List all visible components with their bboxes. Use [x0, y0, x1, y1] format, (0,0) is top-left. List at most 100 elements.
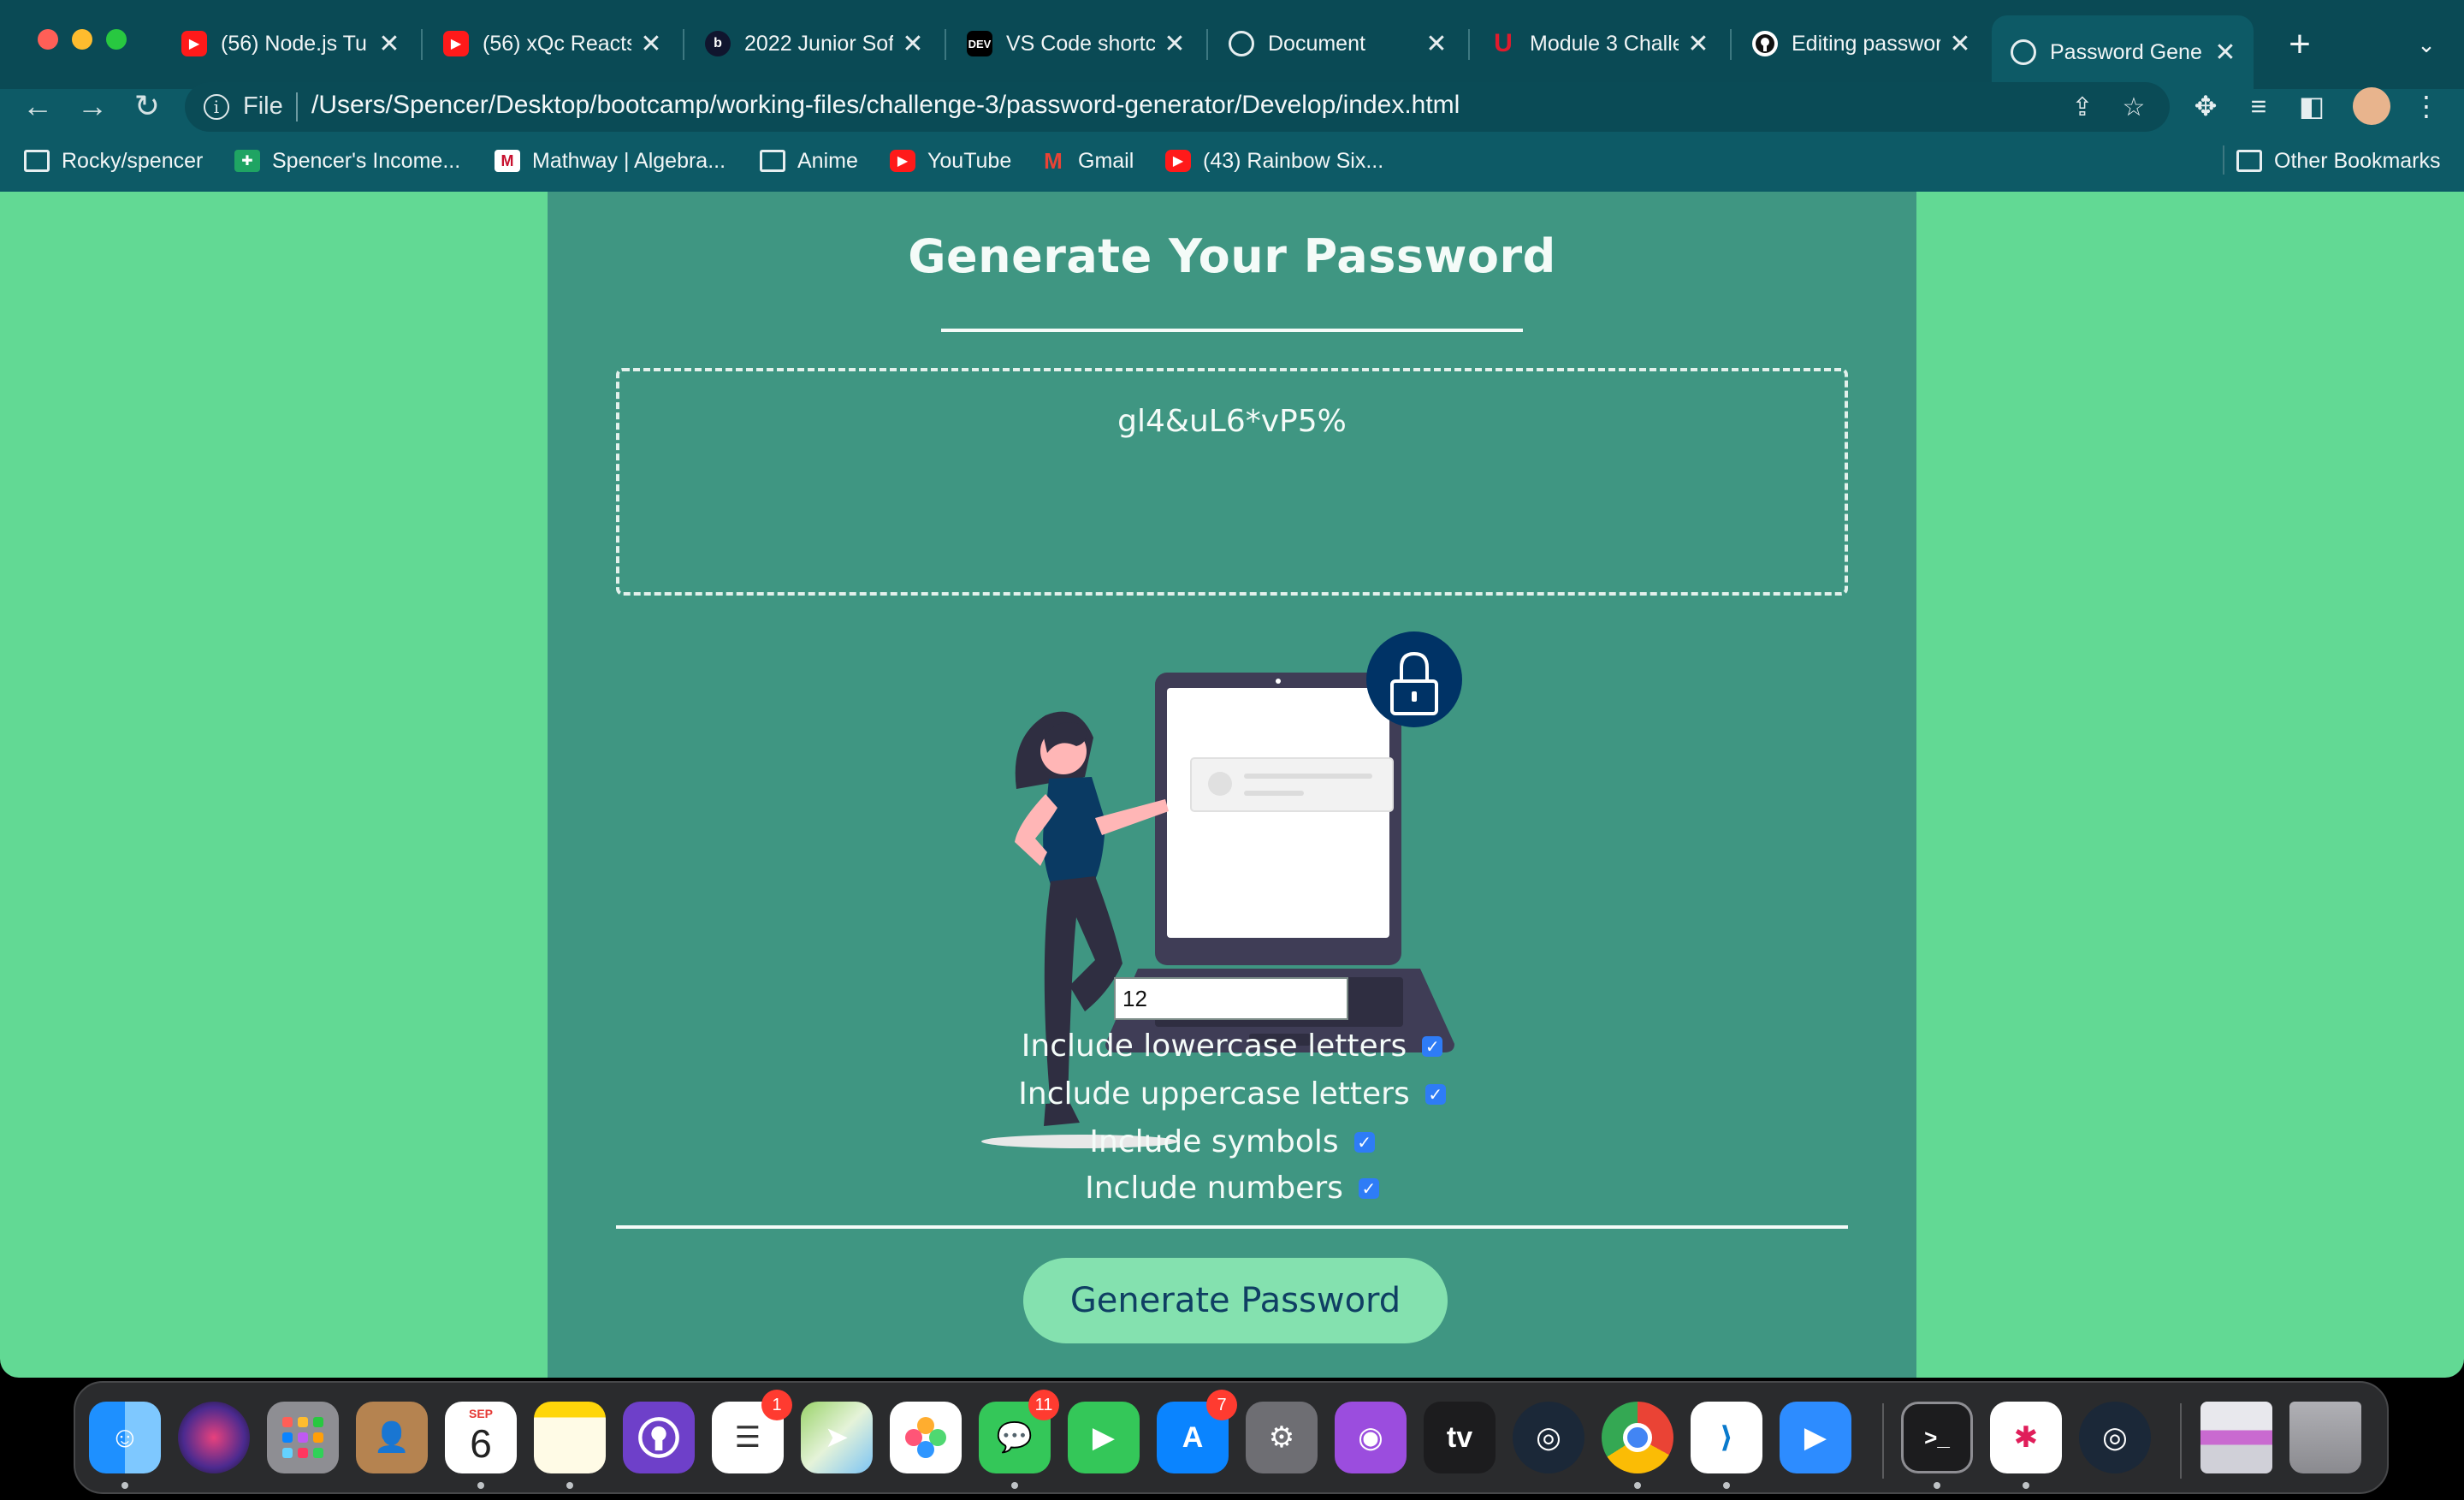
slack-icon[interactable]: ✱: [1990, 1402, 2062, 1473]
github-desktop-icon[interactable]: [623, 1402, 695, 1473]
minimize-window-button[interactable]: [72, 29, 92, 50]
tab-separator: [1206, 29, 1208, 60]
contacts-icon[interactable]: 👤: [356, 1402, 428, 1473]
tab-vscode-shortcuts[interactable]: DEV VS Code shortc ✕: [948, 15, 1203, 72]
close-icon[interactable]: ✕: [1162, 29, 1188, 59]
running-indicator: [566, 1482, 573, 1489]
reload-icon[interactable]: ↻: [127, 86, 168, 127]
lock-keyhole: [1412, 691, 1417, 702]
bookmark-mathway[interactable]: M Mathway | Algebra...: [495, 144, 726, 178]
siri-icon[interactable]: [178, 1402, 250, 1473]
option-uppercase[interactable]: Include uppercase letters ✓: [548, 1076, 1916, 1112]
tab-module-3[interactable]: U Module 3 Challe ✕: [1472, 15, 1727, 72]
tab-separator: [945, 29, 946, 60]
utah-icon: U: [1494, 29, 1513, 57]
option-lowercase[interactable]: Include lowercase letters ✓: [548, 1029, 1916, 1064]
vscode-icon[interactable]: ⟩: [1691, 1402, 1762, 1473]
tab-document[interactable]: Document ✕: [1210, 15, 1465, 72]
close-icon[interactable]: ✕: [1685, 29, 1711, 59]
messages-icon[interactable]: 💬 11: [979, 1390, 1059, 1473]
chrome-icon[interactable]: [1602, 1402, 1673, 1473]
checkbox-symbols[interactable]: ✓: [1353, 1131, 1375, 1153]
close-window-button[interactable]: [38, 29, 58, 50]
tab-nodejs[interactable]: ▶ (56) Node.js Tu ✕: [163, 15, 418, 72]
notification-badge: 1: [761, 1390, 792, 1420]
close-icon[interactable]: ✕: [376, 29, 402, 59]
finder-icon[interactable]: ☺: [89, 1402, 161, 1473]
address-bar[interactable]: i File ⇪ ☆: [185, 82, 2170, 132]
youtube-icon: ▶: [181, 31, 207, 56]
checkbox-numbers[interactable]: ✓: [1358, 1177, 1379, 1199]
zoom-icon[interactable]: ▶: [1780, 1402, 1851, 1473]
page-title: Generate Your Password: [908, 229, 1556, 283]
profile-avatar[interactable]: [2353, 87, 2390, 125]
facetime-icon[interactable]: ▶: [1068, 1402, 1140, 1473]
title-divider: [941, 329, 1523, 332]
calendar-icon[interactable]: SEP 6: [445, 1402, 517, 1473]
bookmark-rocky-spencer[interactable]: Rocky/spencer: [24, 144, 203, 178]
checkbox-uppercase[interactable]: ✓: [1424, 1083, 1446, 1105]
close-icon[interactable]: ✕: [638, 29, 664, 59]
tab-title: Document: [1268, 31, 1365, 56]
trash-icon[interactable]: [2289, 1402, 2361, 1473]
reminders-icon[interactable]: ☰ 1: [712, 1390, 792, 1473]
tab-title: VS Code shortc: [1006, 31, 1155, 56]
bookmark-anime[interactable]: Anime: [760, 144, 858, 178]
share-icon[interactable]: ⇪: [2065, 91, 2100, 125]
close-icon[interactable]: ✕: [1947, 29, 1973, 59]
bookmark-rainbow-six[interactable]: ▶ (43) Rainbow Six...: [1165, 144, 1383, 178]
tab-title: Editing passwor: [1792, 31, 1940, 56]
bookmark-gmail[interactable]: M Gmail: [1040, 144, 1134, 178]
photos-flower: [905, 1417, 946, 1458]
other-bookmarks[interactable]: Other Bookmarks: [2236, 144, 2441, 178]
back-arrow-icon[interactable]: ←: [17, 86, 58, 127]
zoom-window-button[interactable]: [106, 29, 127, 50]
woman-legs: [1044, 876, 1122, 1107]
github-icon: [1756, 34, 1774, 53]
system-settings-icon[interactable]: ⚙: [1246, 1402, 1318, 1473]
media-queue-icon[interactable]: ≡: [2240, 87, 2277, 125]
steam-icon[interactable]: ◎: [1513, 1402, 1584, 1473]
tab-search-chevron-icon[interactable]: ⌄: [2411, 29, 2442, 60]
notes-icon[interactable]: [534, 1402, 606, 1473]
more-menu-icon[interactable]: ⋮: [2408, 87, 2445, 125]
bookmark-star-icon[interactable]: ☆: [2117, 91, 2151, 125]
bookmark-youtube[interactable]: ▶ YouTube: [890, 144, 1011, 178]
launchpad-icon[interactable]: [267, 1402, 339, 1473]
url-input[interactable]: [311, 91, 1937, 120]
close-icon[interactable]: ✕: [900, 29, 926, 59]
info-icon[interactable]: i: [204, 94, 229, 120]
tab-editing-password[interactable]: Editing passwor ✕: [1733, 15, 1988, 72]
tab-junior-software[interactable]: b 2022 Junior Sof ✕: [686, 15, 941, 72]
apple-tv-icon[interactable]: tv: [1424, 1402, 1496, 1473]
b-icon: b: [705, 31, 731, 56]
password-length-input[interactable]: [1114, 977, 1348, 1020]
podcasts-icon[interactable]: ◉: [1335, 1402, 1407, 1473]
photos-icon[interactable]: [890, 1402, 962, 1473]
forward-arrow-icon[interactable]: →: [72, 86, 113, 127]
generate-password-button[interactable]: Generate Password: [1023, 1258, 1448, 1343]
side-panel-icon[interactable]: ◧: [2293, 87, 2331, 125]
new-tab-button[interactable]: +: [2276, 21, 2324, 68]
terminal-icon[interactable]: >_: [1901, 1402, 1973, 1473]
printer-icon[interactable]: [2200, 1402, 2272, 1473]
running-indicator: [121, 1482, 128, 1489]
tab-title: (56) xQc Reacts: [483, 31, 631, 56]
close-icon[interactable]: ✕: [2212, 38, 2238, 68]
launchpad-grid: [282, 1417, 323, 1458]
close-icon[interactable]: ✕: [1424, 29, 1449, 59]
running-indicator: [1934, 1482, 1940, 1489]
option-symbols[interactable]: Include symbols ✓: [548, 1124, 1916, 1159]
steam-icon[interactable]: ◎: [2079, 1402, 2151, 1473]
tab-xqc[interactable]: ▶ (56) xQc Reacts ✕: [424, 15, 679, 72]
tab-separator: [683, 29, 684, 60]
folder-icon: [24, 150, 50, 172]
checkbox-lowercase[interactable]: ✓: [1422, 1035, 1443, 1057]
github-icon: [638, 1417, 679, 1458]
option-numbers[interactable]: Include numbers ✓: [548, 1171, 1916, 1206]
bookmark-spencers-income[interactable]: ✚ Spencer's Income...: [234, 144, 460, 178]
maps-icon[interactable]: ➤: [801, 1402, 873, 1473]
password-display[interactable]: gl4&uL6*vP5%: [616, 368, 1848, 596]
extensions-puzzle-icon[interactable]: ✥: [2187, 87, 2224, 125]
app-store-icon[interactable]: A 7: [1157, 1390, 1237, 1473]
